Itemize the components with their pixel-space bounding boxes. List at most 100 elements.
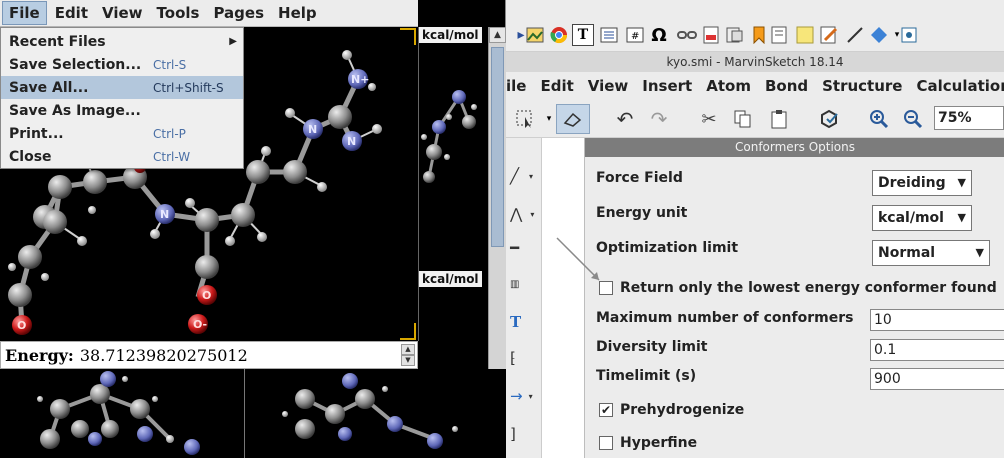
menu-item-save-as-image[interactable]: Save As Image... bbox=[1, 99, 243, 122]
arrow-tool-icon[interactable]: → ▾ bbox=[510, 384, 540, 408]
menu-help[interactable]: Help bbox=[272, 2, 323, 24]
menu-file[interactable]: File bbox=[2, 1, 47, 25]
menu-edit[interactable]: Edit bbox=[49, 2, 94, 24]
spinner-down-icon[interactable]: ▼ bbox=[401, 355, 415, 366]
copy-icon[interactable] bbox=[732, 108, 754, 130]
file-menu-dropdown: Recent Files ▶ Save Selection... Ctrl-S … bbox=[0, 27, 244, 169]
molecule-3d-conformer-2 bbox=[282, 373, 458, 449]
spinner-up-icon[interactable]: ▲ bbox=[401, 344, 415, 355]
sticky-note-icon[interactable] bbox=[794, 24, 816, 46]
menu-item-shortcut: Ctrl-S bbox=[153, 57, 187, 72]
paste-icon[interactable] bbox=[768, 108, 790, 130]
redo-icon[interactable]: ↷ bbox=[648, 107, 670, 131]
pdf-icon[interactable] bbox=[700, 24, 722, 46]
molecule-view-conformer-2[interactable] bbox=[244, 369, 506, 458]
menu-calculations[interactable]: Calculations bbox=[916, 77, 1004, 95]
line-tool-icon[interactable] bbox=[844, 24, 866, 46]
bookmark-icon[interactable] bbox=[748, 24, 770, 46]
selection-icon[interactable] bbox=[514, 108, 536, 130]
atom-label: N bbox=[308, 123, 317, 136]
energy-unit-label: kcal/mol bbox=[419, 271, 482, 287]
menu-item-close[interactable]: Close Ctrl-W bbox=[1, 145, 243, 168]
menu-edit[interactable]: Edit bbox=[540, 77, 573, 95]
document-icon[interactable] bbox=[724, 24, 746, 46]
scroll-thumb[interactable] bbox=[491, 47, 504, 247]
zoom-out-icon[interactable] bbox=[902, 108, 924, 130]
molecule-3d-conformer-1 bbox=[37, 371, 200, 455]
diversity-limit-input[interactable]: 0.1 bbox=[870, 339, 1004, 361]
eraser-icon[interactable] bbox=[556, 104, 590, 134]
menu-bond[interactable]: Bond bbox=[765, 77, 808, 95]
menu-item-shortcut: Ctrl-P bbox=[153, 126, 186, 141]
dash-tool-icon[interactable]: ━ bbox=[510, 236, 540, 260]
image-icon[interactable] bbox=[524, 24, 546, 46]
notes-icon[interactable] bbox=[768, 24, 790, 46]
max-conformers-input[interactable]: 10 bbox=[870, 309, 1004, 331]
lowest-energy-only-checkbox-row[interactable]: Return only the lowest energy conformer … bbox=[599, 280, 997, 296]
submenu-arrow-icon: ▶ bbox=[229, 36, 237, 47]
edit-note-icon[interactable] bbox=[818, 24, 840, 46]
cut-icon[interactable]: ✂ bbox=[698, 108, 720, 130]
oxygen-atoms bbox=[12, 161, 217, 335]
menu-atom[interactable]: Atom bbox=[706, 77, 751, 95]
hyperfine-checkbox[interactable] bbox=[599, 436, 613, 450]
optimization-limit-select[interactable]: Normal ▼ bbox=[872, 240, 990, 266]
menu-item-recent-files[interactable]: Recent Files ▶ bbox=[1, 30, 243, 53]
energy-spinner[interactable]: ▲ ▼ bbox=[401, 344, 415, 366]
lowest-energy-only-label: Return only the lowest energy conformer … bbox=[620, 280, 997, 296]
clean-structure-icon[interactable] bbox=[818, 108, 840, 130]
menu-tools[interactable]: Tools bbox=[151, 2, 206, 24]
bond-line-icon[interactable]: ╱ ▾ bbox=[510, 164, 540, 188]
atom-label: N bbox=[160, 208, 169, 221]
menu-item-save-selection[interactable]: Save Selection... Ctrl-S bbox=[1, 53, 243, 76]
menu-item-save-all[interactable]: Save All... Ctrl+Shift-S bbox=[1, 76, 243, 99]
force-field-select[interactable]: Dreiding ▼ bbox=[872, 170, 972, 196]
menu-view[interactable]: View bbox=[588, 77, 629, 95]
menu-file[interactable]: ile bbox=[506, 77, 526, 95]
zoom-level-field[interactable]: 75% bbox=[934, 106, 1004, 130]
number-icon[interactable]: # bbox=[624, 24, 646, 46]
list-icon[interactable] bbox=[598, 24, 620, 46]
grid-icon[interactable] bbox=[898, 24, 920, 46]
energy-unit-select[interactable]: kcal/mol ▼ bbox=[872, 205, 972, 231]
menu-pages[interactable]: Pages bbox=[207, 2, 270, 24]
energy-unit-label: kcal/mol bbox=[419, 27, 482, 43]
menu-item-print[interactable]: Print... Ctrl-P bbox=[1, 122, 243, 145]
text-tool-icon[interactable]: T bbox=[510, 310, 540, 334]
lowest-energy-only-checkbox[interactable] bbox=[599, 281, 613, 295]
screen: N N N+ N O O- O kcal/mol kcal/mol ▲ Ener… bbox=[0, 0, 1004, 458]
menu-insert[interactable]: Insert bbox=[642, 77, 692, 95]
zoom-in-icon[interactable] bbox=[868, 108, 890, 130]
menu-structure[interactable]: Structure bbox=[822, 77, 902, 95]
molecule-view-conformer-1[interactable] bbox=[0, 369, 243, 458]
atom-label: O bbox=[17, 319, 26, 332]
link-icon[interactable] bbox=[676, 24, 698, 46]
scroll-up-button[interactable]: ▲ bbox=[489, 27, 506, 43]
menu-view[interactable]: View bbox=[96, 2, 149, 24]
selection-corners bbox=[400, 28, 416, 340]
hyperfine-label: Hyperfine bbox=[620, 435, 698, 451]
prehydrogenize-checkbox[interactable]: ✔ bbox=[599, 403, 613, 417]
hatched-bond-icon[interactable]: ▥ bbox=[510, 272, 540, 296]
undo-icon[interactable]: ↶ bbox=[614, 107, 636, 131]
timelimit-input[interactable]: 900 bbox=[870, 368, 1004, 390]
molecule-view-thumb-1[interactable]: kcal/mol bbox=[418, 27, 488, 271]
chain-tool-icon[interactable]: ⋀ ▾ bbox=[510, 202, 540, 226]
bracket-tool-icon[interactable]: ⁅ bbox=[510, 346, 540, 370]
max-conformers-label: Maximum number of conformers bbox=[596, 310, 854, 326]
energy-value[interactable]: 38.71239820275012 bbox=[80, 346, 248, 365]
menu-item-label: Close bbox=[9, 148, 52, 165]
omega-icon[interactable]: Ω bbox=[648, 24, 670, 46]
prehydrogenize-checkbox-row[interactable]: ✔ Prehydrogenize bbox=[599, 402, 744, 418]
hyperfine-checkbox-row[interactable]: Hyperfine bbox=[599, 435, 697, 451]
viewer-menubar: File Edit View Tools Pages Help bbox=[0, 0, 418, 27]
top-icon-toolbar: ▸ T # Ω ▾ bbox=[506, 20, 1004, 52]
text-icon[interactable]: T bbox=[572, 24, 594, 46]
menu-item-label: Print... bbox=[9, 125, 64, 142]
chevron-down-icon: ▼ bbox=[957, 211, 966, 224]
conformer-viewer-window: N N N+ N O O- O kcal/mol kcal/mol ▲ Ener… bbox=[0, 0, 506, 458]
chrome-icon[interactable] bbox=[548, 24, 570, 46]
sketch-canvas[interactable] bbox=[542, 138, 584, 458]
repeat-bracket-icon[interactable]: ] bbox=[510, 422, 540, 446]
molecule-view-thumb-2[interactable]: kcal/mol bbox=[418, 271, 488, 341]
